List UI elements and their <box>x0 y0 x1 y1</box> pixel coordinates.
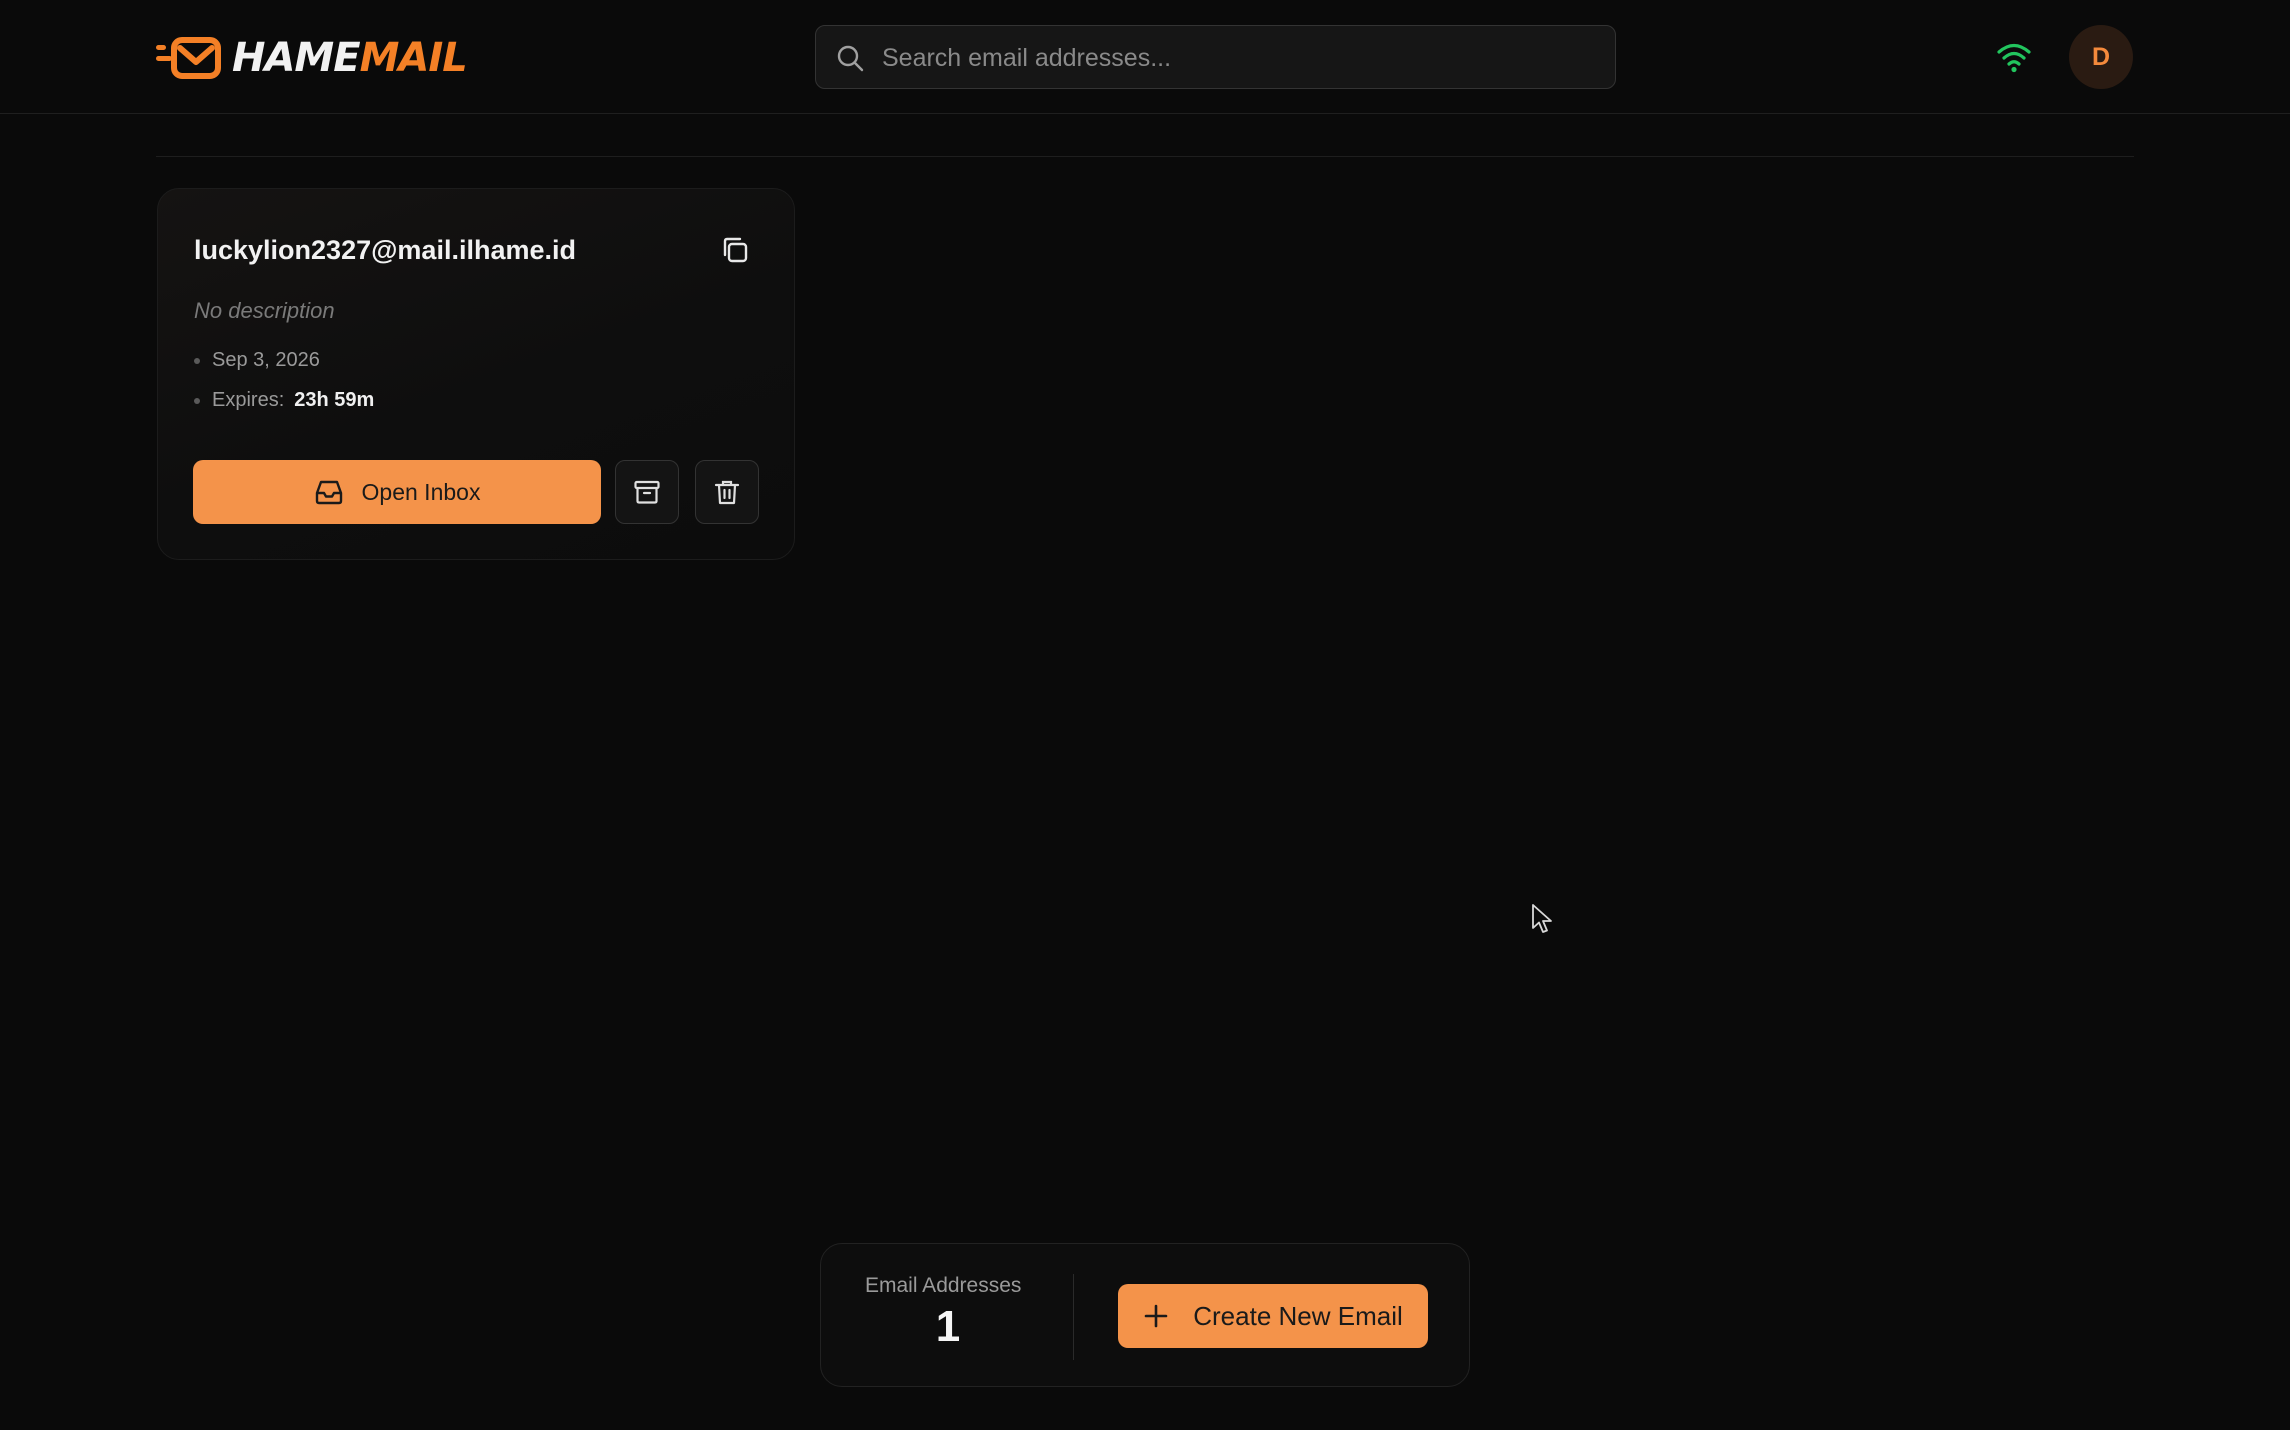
created-date: Sep 3, 2026 <box>212 349 320 371</box>
trash-icon <box>714 480 740 505</box>
mouse-pointer-icon <box>1532 904 1552 933</box>
search-box[interactable] <box>815 25 1616 90</box>
logo-text-a: HAME <box>232 35 361 81</box>
mail-logo-icon <box>156 37 221 79</box>
content-divider <box>156 156 2134 157</box>
created-date-row: Sep 3, 2026 <box>194 349 320 372</box>
delete-button[interactable] <box>695 460 759 524</box>
hamemail-logo[interactable]: HAMEMAIL <box>156 35 468 81</box>
email-address: luckylion2327@mail.ilhame.id <box>194 235 576 265</box>
open-inbox-button[interactable]: Open Inbox <box>193 460 601 524</box>
expires-label: Expires: <box>212 389 285 411</box>
inbox-icon <box>315 480 342 505</box>
plus-icon <box>1144 1304 1168 1328</box>
search-icon <box>837 45 864 72</box>
email-description: No description <box>194 298 335 323</box>
create-new-email-label: Create New Email <box>1193 1300 1403 1331</box>
expires-row: Expires: 23h 59m <box>194 389 374 412</box>
copy-address-button[interactable] <box>718 233 752 267</box>
archive-icon <box>634 480 660 504</box>
top-header: HAMEMAIL D <box>0 0 2290 114</box>
logo-text-b: MAIL <box>359 35 468 81</box>
archive-button[interactable] <box>615 460 679 524</box>
email-count-value: 1 <box>935 1302 961 1351</box>
open-inbox-label: Open Inbox <box>361 478 481 505</box>
wifi-icon <box>1997 43 2031 73</box>
user-avatar[interactable]: D <box>2069 25 2133 89</box>
search-input[interactable] <box>880 26 1584 90</box>
create-new-email-button[interactable]: Create New Email <box>1118 1284 1428 1348</box>
bullet-dot <box>194 357 200 364</box>
email-card: luckylion2327@mail.ilhame.id No descript… <box>157 188 795 560</box>
bullet-dot <box>194 397 200 404</box>
logo-wordmark: HAMEMAIL <box>232 35 468 81</box>
footer-separator <box>1073 1274 1074 1360</box>
email-count-label: Email Addresses <box>865 1274 1022 1297</box>
expires-countdown: 23h 59m <box>294 389 375 411</box>
copy-icon <box>723 237 748 263</box>
bottom-action-bar: Email Addresses 1 Create New Email <box>820 1243 1470 1387</box>
